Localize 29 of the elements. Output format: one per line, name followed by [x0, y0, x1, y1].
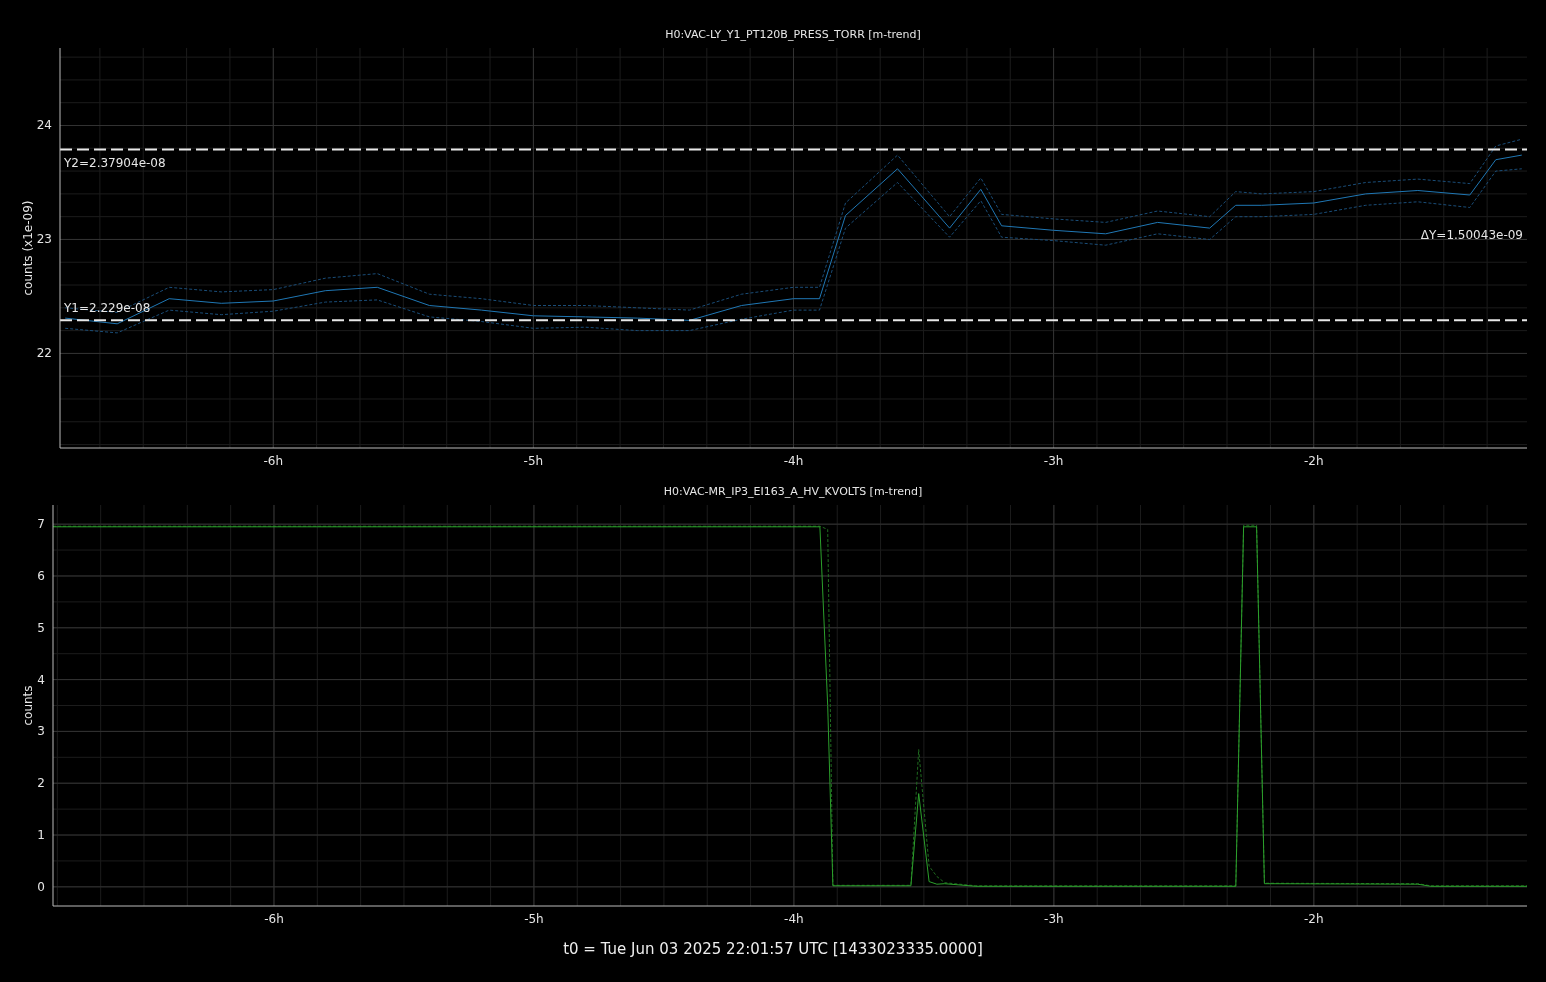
- chart-title: H0:VAC-MR_IP3_EI163_A_HV_KVOLTS [m-trend]: [663, 485, 923, 498]
- x-tick-label: -6h: [263, 454, 284, 468]
- x-tick-label: -3h: [1044, 912, 1064, 926]
- y-tick-label: 6: [37, 569, 45, 583]
- y-tick-label: 4: [37, 672, 45, 687]
- delta-label: ΔY=1.50043e-09: [1420, 227, 1523, 242]
- x-tick-label: -5h: [524, 912, 544, 926]
- x-tick-label: -4h: [784, 912, 804, 926]
- x-tick-label: -2h: [1303, 454, 1324, 468]
- y-tick-label: 1: [37, 828, 45, 842]
- x-tick-label: -5h: [523, 454, 544, 468]
- y-tick-label: 3: [37, 724, 45, 739]
- y-tick-label: 0: [37, 879, 45, 894]
- y-tick-label: 5: [37, 620, 45, 635]
- y-tick-label: 2: [37, 776, 45, 791]
- y-tick-label: 23: [36, 232, 52, 247]
- chart-title: H0:VAC-LY_Y1_PT120B_PRESS_TORR [m-trend]: [665, 28, 921, 41]
- y-axis-label: counts (x1e-09): [21, 200, 35, 296]
- cursor-label: Y1=2.229e-08: [64, 301, 151, 316]
- y-axis-label: counts: [21, 685, 35, 726]
- y-tick-label: 7: [37, 517, 45, 532]
- y-tick-label: 24: [36, 118, 52, 133]
- x-tick-label: -3h: [1043, 454, 1064, 468]
- x-tick-label: -2h: [1304, 912, 1324, 926]
- y-tick-label: 22: [36, 346, 52, 361]
- x-tick-label: -4h: [783, 454, 804, 468]
- cursor-label: Y2=2.37904e-08: [64, 156, 166, 171]
- timestamp-text: t0 = Tue Jun 03 2025 22:01:57 UTC [1433023335.0000]: [563, 940, 983, 958]
- x-tick-label: -6h: [264, 912, 284, 926]
